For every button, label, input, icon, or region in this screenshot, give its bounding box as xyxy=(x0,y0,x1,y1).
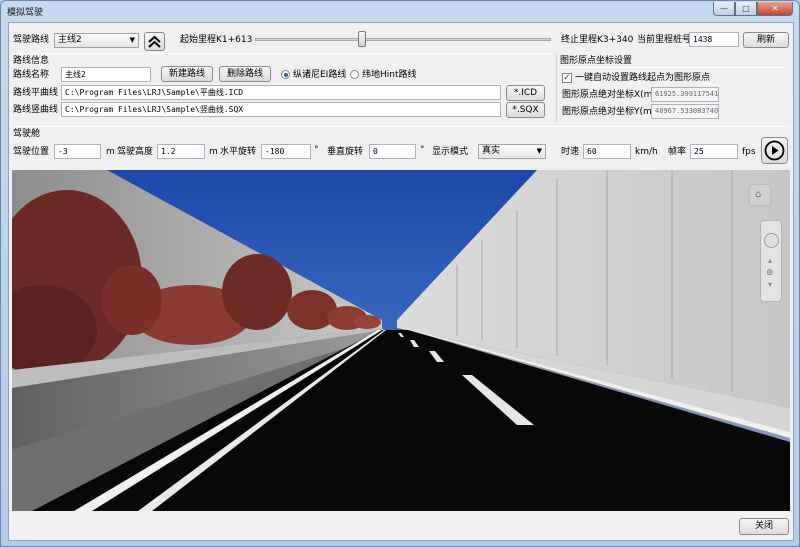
window-controls: — □ ✕ xyxy=(713,2,793,16)
origin-x-input[interactable]: 61925.399117541 xyxy=(651,87,719,102)
vertical-curve-path-input[interactable]: C:\Program Files\LRJ\Sample\竖曲线.SQX xyxy=(61,102,501,117)
end-mileage-label: 终止里程K3+340 xyxy=(561,35,634,45)
browse-sqx-button[interactable]: *.SQX xyxy=(506,102,545,118)
speed-label: 时速 xyxy=(561,147,580,157)
horizontal-rotation-input[interactable]: -180 xyxy=(261,144,311,159)
chevron-down-icon: ▼ xyxy=(129,36,135,44)
drive-position-input[interactable]: -3 xyxy=(54,144,101,159)
current-mileage-input[interactable]: 1438 xyxy=(689,32,739,47)
cockpit-section-title: 驾驶舱 xyxy=(13,129,41,139)
maximize-icon: □ xyxy=(742,4,750,13)
radio-hint-route-label: 纬地Hint路线 xyxy=(362,70,417,80)
new-route-button[interactable]: 新建路线 xyxy=(161,66,213,82)
separator xyxy=(13,53,553,54)
driving-3d-viewport[interactable]: ⌂ ▴ ⊕ ▾ xyxy=(12,170,790,511)
horizontal-curve-path-input[interactable]: C:\Program Files\LRJ\Sample\平曲线.ICD xyxy=(61,85,501,100)
vrot-unit: ° xyxy=(420,145,425,155)
close-button[interactable]: 关闭 xyxy=(739,518,789,535)
height-unit: m xyxy=(209,147,218,157)
browse-icd-button[interactable]: *.ICD xyxy=(506,85,545,101)
drive-height-input[interactable]: 1.2 xyxy=(157,144,205,159)
start-mileage-label: 起始里程K1+613 xyxy=(180,35,253,45)
auto-origin-checkbox[interactable]: ✓ xyxy=(562,73,572,83)
checkmark-icon: ✓ xyxy=(563,73,571,83)
speed-unit: km/h xyxy=(635,147,658,157)
window-title: 模拟驾驶 xyxy=(7,8,44,18)
route-select-value: 主线2 xyxy=(58,35,82,45)
radio-hint-route[interactable] xyxy=(350,70,359,79)
separator xyxy=(560,67,786,68)
vertical-curve-label: 路线竖曲线 xyxy=(13,105,59,115)
minimize-icon: — xyxy=(720,4,728,13)
fps-input[interactable]: 25 xyxy=(690,144,738,159)
minimize-button[interactable]: — xyxy=(713,2,735,16)
zoom-icon[interactable]: ⊕ xyxy=(766,267,774,279)
orbit-icon[interactable] xyxy=(764,233,779,248)
mileage-slider-track[interactable] xyxy=(255,38,551,41)
chevron-up-icon[interactable]: ▴ xyxy=(768,255,772,267)
home-icon: ⌂ xyxy=(755,189,762,200)
app-window: 模拟驾驶 — □ ✕ 驾驶路线 主线2 ▼ 起始里程K1+613 终止里程K3+… xyxy=(0,0,800,547)
auto-origin-label: 一键自动设置路线起点为图形原点 xyxy=(575,73,711,83)
fps-unit: fps xyxy=(742,147,756,157)
client-area: 驾驶路线 主线2 ▼ 起始里程K1+613 终止里程K3+340 当前里程桩号 … xyxy=(8,22,794,541)
position-unit: m xyxy=(106,147,115,157)
origin-x-label: 图形原点绝对坐标X(m) xyxy=(562,90,656,100)
display-mode-label: 显示模式 xyxy=(432,147,469,157)
route-name-label: 路线名称 xyxy=(13,70,50,80)
separator xyxy=(13,126,789,127)
road-scene xyxy=(12,170,790,511)
home-view-button[interactable]: ⌂ xyxy=(749,184,771,206)
origin-y-input[interactable]: 48967.533083740 xyxy=(651,104,719,119)
vertical-rotation-input[interactable]: 0 xyxy=(369,144,416,159)
route-name-input[interactable]: 主线2 xyxy=(61,67,151,82)
fps-label: 帧率 xyxy=(668,147,687,157)
route-select[interactable]: 主线2 ▼ xyxy=(54,33,139,48)
collapse-button[interactable] xyxy=(144,32,165,51)
double-chevron-up-icon xyxy=(148,35,161,48)
delete-route-button[interactable]: 删除路线 xyxy=(219,66,271,82)
route-label: 驾驶路线 xyxy=(13,35,50,45)
maximize-button[interactable]: □ xyxy=(735,2,757,16)
title-bar[interactable]: 模拟驾驶 — □ ✕ xyxy=(1,1,799,21)
display-mode-select[interactable]: 真实 ▼ xyxy=(478,144,546,159)
vertical-rotation-label: 垂直旋转 xyxy=(327,147,364,157)
play-icon xyxy=(764,140,785,161)
hrot-unit: ° xyxy=(314,145,319,155)
current-mileage-label: 当前里程桩号 xyxy=(637,35,692,45)
origin-y-label: 图形原点绝对坐标Y(m) xyxy=(562,107,656,117)
chevron-down-icon[interactable]: ▾ xyxy=(768,279,772,291)
chevron-down-icon: ▼ xyxy=(536,147,542,155)
origin-section-title: 图形原点坐标设置 xyxy=(560,56,633,66)
horizontal-rotation-label: 水平旋转 xyxy=(220,147,257,157)
drive-height-label: 驾驶高度 xyxy=(117,147,154,157)
route-info-section-title: 路线信息 xyxy=(13,56,50,66)
play-button[interactable] xyxy=(761,137,788,164)
radio-ei-route-label: 纵诸尼EI路线 xyxy=(293,70,347,80)
horizontal-curve-label: 路线平曲线 xyxy=(13,88,59,98)
close-icon: ✕ xyxy=(771,4,779,13)
display-mode-value: 真实 xyxy=(482,146,501,156)
mileage-slider-thumb[interactable] xyxy=(357,31,366,47)
drive-position-label: 驾驶位置 xyxy=(13,147,50,157)
navigation-control[interactable]: ▴ ⊕ ▾ xyxy=(760,220,782,302)
speed-input[interactable]: 60 xyxy=(583,144,631,159)
close-window-button[interactable]: ✕ xyxy=(757,2,793,16)
refresh-button[interactable]: 刷新 xyxy=(743,32,789,48)
radio-ei-route[interactable] xyxy=(281,70,290,79)
